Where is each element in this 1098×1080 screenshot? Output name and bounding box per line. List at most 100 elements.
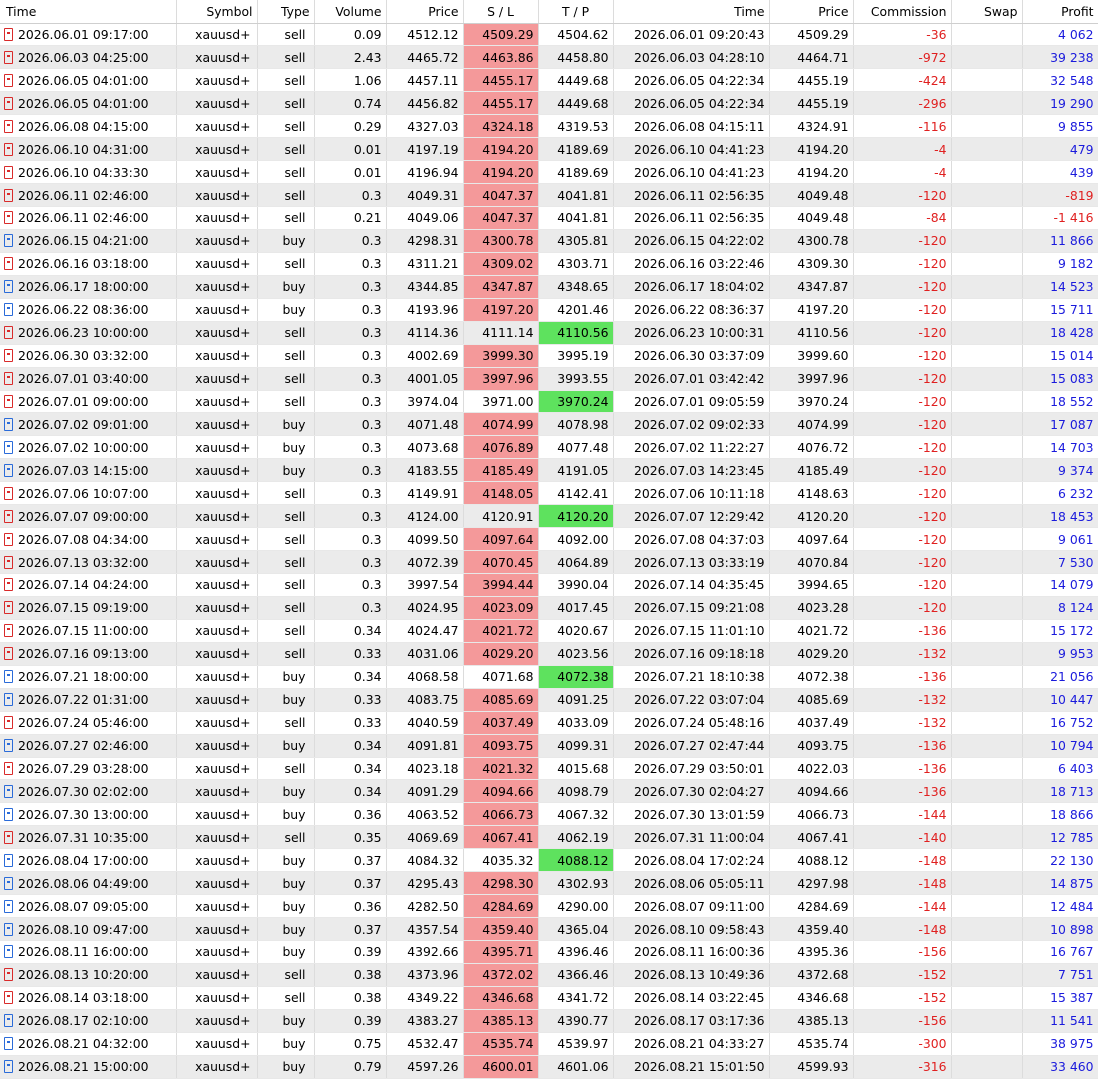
cell-open-time: 2026.07.06 10:07:00 [0,481,177,506]
cell-profit: 15 711 [1022,298,1098,322]
col-header-take-profit[interactable]: T / P [538,0,614,24]
cell-open-time: 2026.07.29 03:28:00 [0,757,177,781]
cell-open-time-text: 2026.07.01 03:40:00 [18,371,149,387]
cell-type: sell [257,137,315,162]
col-header-stop-loss[interactable]: S / L [463,0,539,24]
table-row[interactable]: 2026.06.30 03:32:00 xauusd+ sell 0.3 4002.69… [0,344,1098,368]
table-row[interactable]: 2026.08.21 04:32:00 xauusd+ buy 0.75 4532.47… [0,1032,1098,1056]
cell-symbol: xauusd+ [176,940,258,964]
table-row[interactable]: 2026.06.11 02:46:00 xauusd+ sell 0.21 4049.0… [0,206,1098,230]
cell-take-profit: 4201.46 [538,298,614,322]
cell-close-price: 3997.96 [769,367,854,391]
table-row[interactable]: 2026.06.03 04:25:00 xauusd+ sell 2.43 4465.7… [0,45,1098,70]
cell-symbol: xauusd+ [176,963,258,987]
cell-open-time: 2026.07.03 14:15:00 [0,458,177,483]
table-row[interactable]: 2026.07.15 09:19:00 xauusd+ sell 0.3 4024.95… [0,596,1098,620]
cell-profit: 18 552 [1022,390,1098,414]
cell-symbol: xauusd+ [176,275,258,299]
table-row[interactable]: 2026.06.22 08:36:00 xauusd+ buy 0.3 4193.96 4… [0,298,1098,322]
table-row[interactable]: 2026.07.16 09:13:00 xauusd+ sell 0.33 4031.0… [0,642,1098,666]
col-header-type[interactable]: Type [257,0,315,24]
cell-open-price: 4295.43 [386,871,464,896]
buy-order-icon [4,440,13,454]
cell-take-profit: 3990.04 [538,573,614,597]
cell-take-profit: 4341.72 [538,986,614,1010]
cell-swap [951,596,1023,620]
table-row[interactable]: 2026.07.21 18:00:00 xauusd+ buy 0.34 4068.58… [0,665,1098,689]
table-row[interactable]: 2026.07.24 05:46:00 xauusd+ sell 0.33 4040.5… [0,711,1098,735]
table-row[interactable]: 2026.06.15 04:21:00 xauusd+ buy 0.3 4298.31 4… [0,229,1098,253]
table-row[interactable]: 2026.07.31 10:35:00 xauusd+ sell 0.35 4069.6… [0,825,1098,850]
cell-open-time-text: 2026.07.01 09:00:00 [18,393,149,409]
col-header-close-price[interactable]: Price [769,0,854,24]
table-row[interactable]: 2026.06.11 02:46:00 xauusd+ sell 0.3 4049.31… [0,183,1098,207]
col-header-volume[interactable]: Volume [314,0,387,24]
table-row[interactable]: 2026.08.06 04:49:00 xauusd+ buy 0.37 4295.43… [0,871,1098,896]
cell-symbol: xauusd+ [176,848,258,873]
table-row[interactable]: 2026.06.05 04:01:00 xauusd+ sell 0.74 4456.8… [0,91,1098,116]
sell-order-icon [4,991,13,1005]
table-row[interactable]: 2026.07.02 09:01:00 xauusd+ buy 0.3 4071.48 4… [0,412,1098,437]
table-row[interactable]: 2026.08.13 10:20:00 xauusd+ sell 0.38 4373.9… [0,963,1098,987]
col-header-price[interactable]: Price [386,0,464,24]
col-header-commission[interactable]: Commission [853,0,952,24]
cell-symbol: xauusd+ [176,527,258,552]
cell-open-time: 2026.07.01 03:40:00 [0,367,177,391]
table-row[interactable]: 2026.08.07 09:05:00 xauusd+ buy 0.36 4282.50… [0,894,1098,919]
col-header-close-time[interactable]: Time [613,0,770,24]
cell-close-time: 2026.07.30 13:01:59 [613,802,770,827]
cell-close-time: 2026.07.16 09:18:18 [613,642,770,666]
cell-profit: 14 703 [1022,435,1098,460]
cell-open-time-text: 2026.07.07 09:00:00 [18,508,149,524]
table-row[interactable]: 2026.07.06 10:07:00 xauusd+ sell 0.3 4149.91… [0,481,1098,506]
table-row[interactable]: 2026.06.10 04:33:30 xauusd+ sell 0.01 4196.9… [0,160,1098,185]
cell-profit: 11 866 [1022,229,1098,253]
cell-swap [951,779,1023,804]
table-row[interactable]: 2026.06.23 10:00:00 xauusd+ sell 0.3 4114.36… [0,321,1098,345]
table-row[interactable]: 2026.06.08 04:15:00 xauusd+ sell 0.29 4327.0… [0,114,1098,139]
table-row[interactable]: 2026.07.27 02:46:00 xauusd+ buy 0.34 4091.81… [0,734,1098,758]
table-row[interactable]: 2026.06.05 04:01:00 xauusd+ sell 1.06 4457.1… [0,68,1098,93]
col-header-time[interactable]: Time [0,0,177,24]
cell-symbol: xauusd+ [176,23,258,47]
table-row[interactable]: 2026.07.07 09:00:00 xauusd+ sell 0.3 4124.00… [0,504,1098,529]
table-row[interactable]: 2026.08.11 16:00:00 xauusd+ buy 0.39 4392.66… [0,940,1098,964]
cell-swap [951,321,1023,345]
table-row[interactable]: 2026.07.15 11:00:00 xauusd+ sell 0.34 4024.4… [0,619,1098,643]
table-row[interactable]: 2026.08.04 17:00:00 xauusd+ buy 0.37 4084.32… [0,848,1098,873]
table-row[interactable]: 2026.08.10 09:47:00 xauusd+ buy 0.37 4357.54… [0,917,1098,941]
cell-stop-loss: 4455.17 [463,68,539,93]
col-header-swap[interactable]: Swap [951,0,1023,24]
table-row[interactable]: 2026.07.29 03:28:00 xauusd+ sell 0.34 4023.1… [0,757,1098,781]
table-row[interactable]: 2026.07.02 10:00:00 xauusd+ buy 0.3 4073.68 4… [0,435,1098,460]
cell-stop-loss: 4070.45 [463,550,539,574]
table-row[interactable]: 2026.07.08 04:34:00 xauusd+ sell 0.3 4099.50… [0,527,1098,552]
cell-open-price: 4072.39 [386,550,464,574]
cell-volume: 0.38 [314,986,387,1010]
cell-open-price: 4344.85 [386,275,464,299]
table-row[interactable]: 2026.08.17 02:10:00 xauusd+ buy 0.39 4383.27… [0,1009,1098,1033]
table-row[interactable]: 2026.07.01 03:40:00 xauusd+ sell 0.3 4001.05… [0,367,1098,391]
table-row[interactable]: 2026.07.22 01:31:00 xauusd+ buy 0.33 4083.75… [0,688,1098,712]
cell-close-time: 2026.07.30 02:04:27 [613,779,770,804]
cell-stop-loss: 4071.68 [463,665,539,689]
table-row[interactable]: 2026.06.10 04:31:00 xauusd+ sell 0.01 4197.1… [0,137,1098,162]
table-row[interactable]: 2026.07.13 03:32:00 xauusd+ sell 0.3 4072.39… [0,550,1098,574]
table-row[interactable]: 2026.07.03 14:15:00 xauusd+ buy 0.3 4183.55 4… [0,458,1098,483]
table-row[interactable]: 2026.06.01 09:17:00 xauusd+ sell 0.09 4512.1… [0,23,1098,47]
table-row[interactable]: 2026.07.30 02:02:00 xauusd+ buy 0.34 4091.29… [0,779,1098,804]
table-row[interactable]: 2026.06.16 03:18:00 xauusd+ sell 0.3 4311.21… [0,252,1098,276]
cell-open-time: 2026.07.07 09:00:00 [0,504,177,529]
table-row[interactable]: 2026.07.14 04:24:00 xauusd+ sell 0.3 3997.54… [0,573,1098,597]
table-row[interactable]: 2026.07.01 09:00:00 xauusd+ sell 0.3 3974.04… [0,390,1098,414]
table-row[interactable]: 2026.06.17 18:00:00 xauusd+ buy 0.3 4344.85 4… [0,275,1098,299]
table-row[interactable]: 2026.08.21 15:00:00 xauusd+ buy 0.79 4597.26… [0,1055,1098,1079]
col-header-symbol[interactable]: Symbol [176,0,258,24]
cell-profit: 16 767 [1022,940,1098,964]
cell-type: sell [257,481,315,506]
cell-close-price: 4023.28 [769,596,854,620]
table-row[interactable]: 2026.07.30 13:00:00 xauusd+ buy 0.36 4063.52… [0,802,1098,827]
table-row[interactable]: 2026.08.14 03:18:00 xauusd+ sell 0.38 4349.2… [0,986,1098,1010]
col-header-profit[interactable]: Profit [1022,0,1098,24]
cell-commission: -316 [853,1055,952,1079]
